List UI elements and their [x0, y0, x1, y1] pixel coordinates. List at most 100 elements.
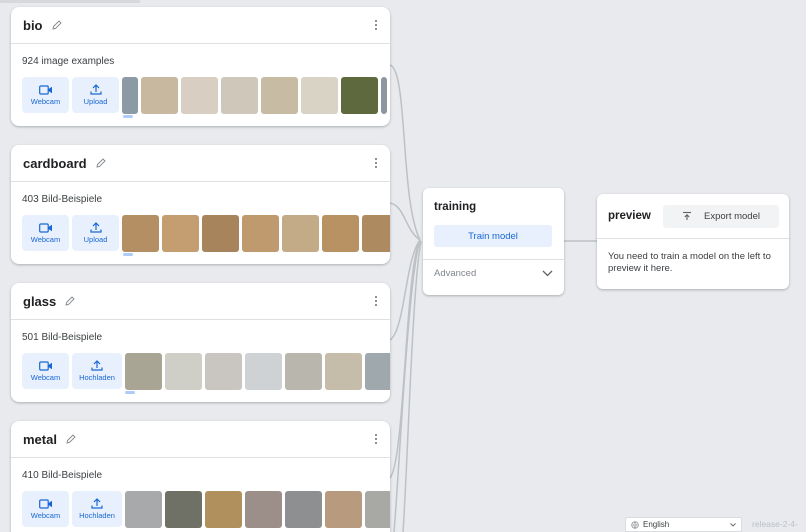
video-camera-icon — [38, 360, 52, 371]
webcam-label: Webcam — [30, 510, 61, 520]
upload-icon — [91, 360, 103, 371]
class-card-header: glass — [11, 283, 390, 320]
class-name[interactable]: metal — [23, 432, 57, 447]
preview-panel: preview Export model You need to train a… — [597, 194, 789, 289]
image-thumbnail[interactable] — [365, 491, 390, 528]
image-thumbnail[interactable] — [125, 353, 162, 390]
video-camera-icon — [38, 222, 52, 233]
edit-pencil-icon[interactable] — [95, 157, 107, 169]
image-thumbnail[interactable] — [165, 353, 202, 390]
class-card-cardboard: cardboard 403 Bild-Beispiele Webcam Uplo… — [11, 145, 390, 264]
upload-button[interactable]: Upload — [72, 215, 119, 251]
image-thumbnail[interactable] — [181, 77, 218, 114]
webcam-button[interactable]: Webcam — [22, 77, 69, 113]
image-thumbnail[interactable] — [282, 215, 319, 252]
image-thumbnail[interactable] — [365, 353, 390, 390]
image-thumbnails[interactable] — [122, 215, 390, 252]
preview-header: preview Export model — [597, 194, 789, 239]
image-thumbnail[interactable] — [245, 491, 282, 528]
image-thumbnails[interactable] — [125, 353, 390, 390]
upload-button[interactable]: Hochladen — [72, 491, 122, 527]
image-thumbnail[interactable] — [205, 491, 242, 528]
image-thumbnail[interactable] — [285, 353, 322, 390]
image-thumbnail[interactable] — [322, 215, 359, 252]
sample-count: 501 Bild-Beispiele — [22, 332, 103, 343]
webcam-button[interactable]: Webcam — [22, 215, 69, 251]
image-thumbnail[interactable] — [325, 353, 362, 390]
more-options-icon[interactable] — [374, 433, 378, 445]
image-thumbnail[interactable] — [341, 77, 378, 114]
release-version: release-2-4- — [752, 519, 798, 529]
sample-count: 410 Bild-Beispiele — [22, 470, 103, 481]
sample-count: 403 Bild-Beispiele — [22, 194, 103, 205]
image-thumbnail[interactable] — [162, 215, 199, 252]
image-thumbnail[interactable] — [125, 491, 162, 528]
edit-pencil-icon[interactable] — [64, 295, 76, 307]
class-card-header: bio — [11, 7, 390, 44]
export-upload-icon — [683, 211, 691, 220]
image-thumbnail[interactable] — [202, 215, 239, 252]
image-thumbnails[interactable] — [122, 77, 390, 114]
more-options-icon[interactable] — [374, 295, 378, 307]
language-label: English — [643, 520, 670, 529]
upload-label: Hochladen — [79, 373, 115, 382]
language-select[interactable]: English — [625, 517, 742, 532]
class-name[interactable]: glass — [23, 294, 56, 309]
edit-pencil-icon[interactable] — [65, 433, 77, 445]
upload-label: Upload — [83, 97, 108, 106]
image-thumbnail[interactable] — [122, 77, 138, 114]
train-model-button[interactable]: Train model — [434, 225, 552, 247]
upload-label: Upload — [83, 235, 108, 244]
upload-icon — [89, 84, 102, 95]
edit-pencil-icon[interactable] — [51, 19, 63, 31]
image-thumbnails[interactable] — [125, 491, 390, 528]
more-options-icon[interactable] — [374, 157, 378, 169]
upload-label: Hochladen — [79, 511, 115, 520]
webcam-button[interactable]: Webcam — [22, 353, 69, 389]
advanced-toggle[interactable]: Advanced — [423, 260, 564, 279]
preview-title: preview — [608, 210, 651, 222]
webcam-label: Webcam — [30, 372, 61, 382]
upload-button[interactable]: Upload — [72, 77, 119, 113]
image-thumbnail[interactable] — [141, 77, 178, 114]
upload-button[interactable]: Hochladen — [72, 353, 122, 389]
chevron-down-icon — [730, 522, 736, 527]
thumbnail-scrollbar[interactable] — [125, 391, 135, 394]
image-thumbnail[interactable] — [242, 215, 279, 252]
class-card-glass: glass 501 Bild-Beispiele Webcam Hochlade… — [11, 283, 390, 402]
advanced-label: Advanced — [434, 268, 477, 279]
video-camera-icon — [38, 498, 52, 509]
class-name[interactable]: cardboard — [23, 156, 87, 171]
image-thumbnail[interactable] — [381, 77, 387, 114]
training-panel: training Train model Advanced — [423, 188, 564, 295]
webcam-label: Webcam — [30, 96, 61, 106]
class-card-header: cardboard — [11, 145, 390, 182]
training-title: training — [434, 201, 477, 213]
upload-icon — [89, 222, 102, 233]
image-thumbnail[interactable] — [261, 77, 298, 114]
preview-message: You need to train a model on the left to… — [608, 251, 771, 274]
thumbnail-scrollbar[interactable] — [123, 253, 133, 256]
image-thumbnail[interactable] — [301, 77, 338, 114]
class-card-header: metal — [11, 421, 390, 458]
export-model-button[interactable]: Export model — [663, 204, 779, 228]
image-thumbnail[interactable] — [221, 77, 258, 114]
class-card-bio: bio 924 image examples Webcam Upload — [11, 7, 390, 126]
globe-icon — [631, 520, 639, 529]
image-thumbnail[interactable] — [362, 215, 390, 252]
more-options-icon[interactable] — [374, 19, 378, 31]
image-thumbnail[interactable] — [325, 491, 362, 528]
image-thumbnail[interactable] — [165, 491, 202, 528]
class-name[interactable]: bio — [23, 18, 43, 33]
image-thumbnail[interactable] — [285, 491, 322, 528]
chevron-down-icon — [542, 270, 553, 277]
sample-count: 924 image examples — [22, 56, 115, 67]
webcam-button[interactable]: Webcam — [22, 491, 69, 527]
image-thumbnail[interactable] — [122, 215, 159, 252]
thumbnail-scrollbar[interactable] — [123, 115, 133, 118]
image-thumbnail[interactable] — [245, 353, 282, 390]
video-camera-icon — [38, 84, 52, 95]
upload-icon — [91, 498, 103, 509]
image-thumbnail[interactable] — [205, 353, 242, 390]
top-edge-strip — [0, 0, 140, 3]
